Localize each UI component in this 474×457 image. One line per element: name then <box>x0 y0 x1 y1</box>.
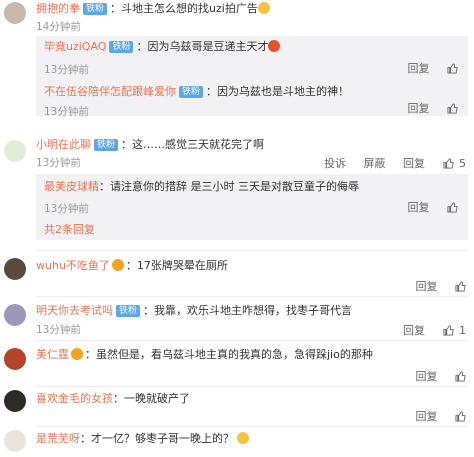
username[interactable]: 最美皮球精 <box>44 180 99 193</box>
comment-text: ：我靠，欢乐斗地主咋想得，找枣子哥代言 <box>143 304 353 317</box>
comment-text: ：17张牌哭晕在厕所 <box>125 259 228 272</box>
fan-badge: 铁粉 <box>116 305 141 317</box>
username[interactable]: 明天你去考试吗 <box>36 304 113 317</box>
crown-icon <box>71 348 83 360</box>
avatar[interactable] <box>4 390 26 412</box>
timestamp: 13分钟前 <box>36 324 81 336</box>
username[interactable]: 美仁霆 <box>36 348 69 361</box>
comment-6: 喜欢金毛的女孩：一晚就破产了 回复 <box>0 390 474 424</box>
comment-text: ：一晚就破产了 <box>113 392 190 405</box>
reply-button[interactable]: 回复 <box>403 324 425 337</box>
emoji-icon <box>237 432 249 444</box>
crown-icon <box>111 259 124 271</box>
like-count: 5 <box>459 157 466 170</box>
username[interactable]: 拥抱的拳 <box>36 2 80 15</box>
avatar[interactable] <box>4 430 26 452</box>
reply-text: ：请注意你的措辞 是三小时 三天是对散豆童子的侮辱 <box>99 180 359 193</box>
like-button[interactable] <box>455 410 466 423</box>
reply-box: 最美皮球精：请注意你的措辞 是三小时 三天是对散豆童子的侮辱 13分钟前 回复 … <box>36 174 468 240</box>
divider <box>36 426 468 427</box>
divider <box>36 386 468 387</box>
avatar[interactable] <box>4 2 26 24</box>
like-button[interactable] <box>455 280 466 293</box>
divider <box>36 340 468 341</box>
reply-button[interactable]: 回复 <box>403 157 425 170</box>
thumb-up-icon <box>455 371 466 382</box>
like-button[interactable] <box>455 370 466 383</box>
reply-button[interactable]: 回复 <box>408 62 430 75</box>
like-button[interactable]: 5 <box>442 157 466 170</box>
thumb-up-icon <box>447 202 458 213</box>
comment-2: 小明在此聊 铁粉 ：这……感觉三天就花完了啊 13分钟前 投诉 屏蔽 回复 5 最美… <box>0 134 474 244</box>
fan-badge: 铁粉 <box>83 3 108 15</box>
report-button[interactable]: 投诉 <box>324 157 346 170</box>
avatar[interactable] <box>4 348 26 370</box>
reply-button[interactable]: 回复 <box>416 410 438 423</box>
divider <box>36 296 468 297</box>
emoji-icon <box>257 2 270 14</box>
username[interactable]: 不在伍谷陪伴怎配跟峰爱你 <box>44 85 176 98</box>
reply-text: ：因为乌兹哥是豆递主天才 <box>136 40 269 53</box>
thumb-up-icon <box>442 325 454 336</box>
like-button[interactable] <box>447 102 458 115</box>
comment-text: ：这……感觉三天就花完了啊 <box>121 138 265 151</box>
emoji-icon <box>268 40 281 52</box>
thumb-up-icon <box>455 411 466 422</box>
comment-text: ：斗地主怎么想的找uzi拍广告 <box>110 2 258 15</box>
timestamp: 13分钟前 <box>44 203 89 215</box>
comment-text: ：虽然但是，看乌兹斗地主真的我真的急，急得跺jio的那种 <box>85 348 373 361</box>
comment-1: 拥抱的拳 铁粉 ：斗地主怎么想的找uzi拍广告 14分钟前 <box>0 0 474 40</box>
fan-badge: 铁粉 <box>109 41 134 53</box>
block-button[interactable]: 屏蔽 <box>364 157 386 170</box>
username[interactable]: 是荒芜呀 <box>36 432 80 445</box>
comment-3: wuhu不吃鱼了 ：17张牌哭晕在厕所 回复 <box>0 256 474 296</box>
reply-text: ：因为乌兹也是斗地主的神！ <box>206 85 350 98</box>
comment-7: 是荒芜呀：才一亿？够枣子哥一晚上的？ <box>0 430 474 457</box>
reply-button[interactable]: 回复 <box>416 280 438 293</box>
username[interactable]: 毕竟uziQAQ <box>44 40 106 53</box>
more-replies-link[interactable]: 共2条回复 <box>44 223 95 237</box>
username[interactable]: 喜欢金毛的女孩 <box>36 392 113 405</box>
timestamp: 13分钟前 <box>44 64 89 76</box>
reply-button[interactable]: 回复 <box>408 102 430 115</box>
like-button[interactable]: 1 <box>442 324 466 337</box>
timestamp: 13分钟前 <box>44 106 89 118</box>
reply-box: 毕竟uziQAQ 铁粉 ：因为乌兹哥是豆递主天才 13分钟前 回复 不在伍谷陪伴怎配… <box>36 36 468 118</box>
like-button[interactable] <box>447 201 458 214</box>
reply-button[interactable]: 回复 <box>416 370 438 383</box>
thumb-up-icon <box>447 63 458 74</box>
reply-button[interactable]: 回复 <box>408 201 430 214</box>
divider <box>36 250 468 251</box>
avatar[interactable] <box>4 140 26 162</box>
fan-badge: 铁粉 <box>94 139 119 151</box>
fan-badge: 铁粉 <box>179 86 204 98</box>
timestamp: 13分钟前 <box>36 157 81 169</box>
thumb-up-icon <box>447 103 458 114</box>
comment-5: 美仁霆 ：虽然但是，看乌兹斗地主真的我真的急，急得跺jio的那种 回复 <box>0 346 474 384</box>
username[interactable]: wuhu不吃鱼了 <box>36 259 110 272</box>
thumb-up-icon <box>455 281 466 292</box>
like-count: 1 <box>459 324 466 337</box>
like-button[interactable] <box>447 62 458 75</box>
thumb-up-icon <box>442 158 454 169</box>
avatar[interactable] <box>4 258 26 280</box>
timestamp: 14分钟前 <box>36 21 81 33</box>
avatar[interactable] <box>4 304 26 326</box>
comment-text: ：才一亿？够枣子哥一晚上的？ <box>80 432 234 445</box>
comment-4: 明天你去考试吗 铁粉 ：我靠，欢乐斗地主咋想得，找枣子哥代言 13分钟前 回复 1 <box>0 302 474 340</box>
username[interactable]: 小明在此聊 <box>36 138 91 151</box>
